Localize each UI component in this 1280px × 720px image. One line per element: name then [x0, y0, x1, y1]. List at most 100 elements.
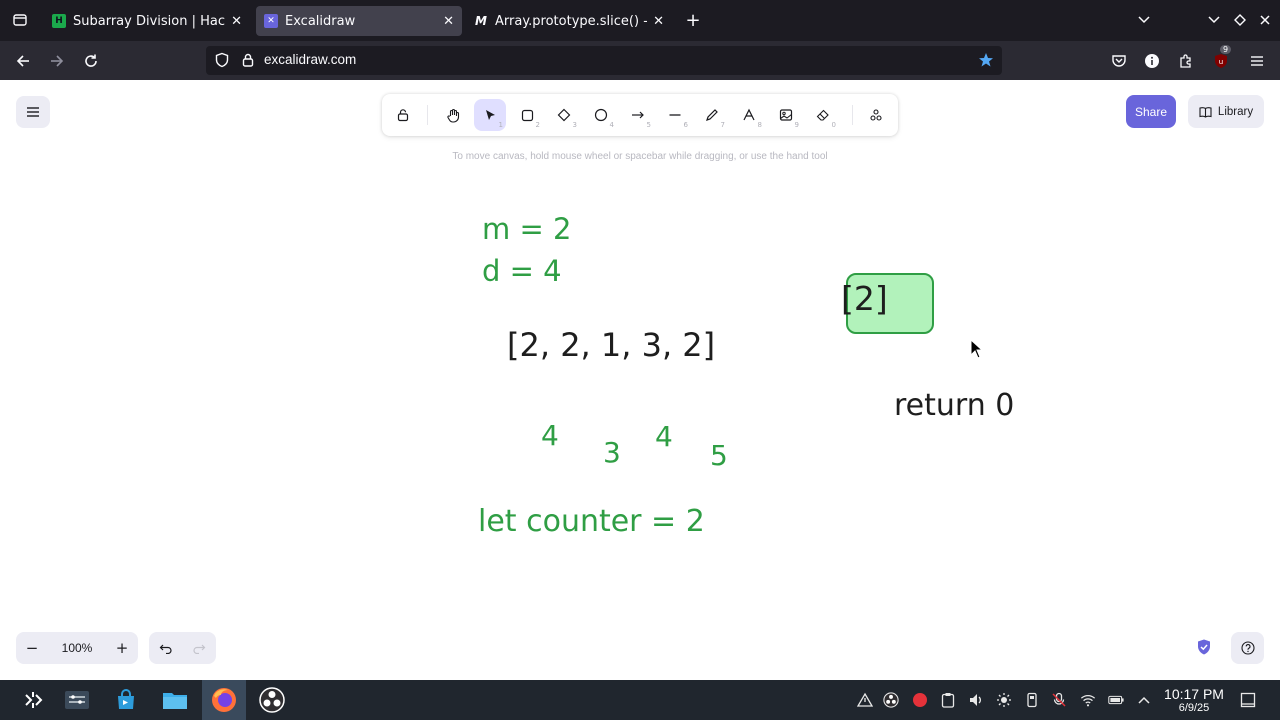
extension-badge: 9 [1220, 45, 1232, 54]
extensions-icon[interactable] [1175, 50, 1197, 72]
text-tool-button[interactable]: 8 [733, 99, 765, 131]
hamburger-menu-icon[interactable] [1246, 50, 1268, 72]
back-icon[interactable] [12, 50, 34, 72]
new-tab-icon[interactable]: + [682, 9, 704, 31]
pencil-icon [706, 109, 718, 121]
image-icon [779, 109, 793, 121]
system-settings-icon[interactable] [61, 684, 93, 716]
url-bar[interactable]: excalidraw.com [206, 46, 1002, 75]
app-launcher-icon[interactable] [17, 684, 49, 716]
draw-tool-button[interactable]: 7 [696, 99, 728, 131]
tool-shortcut: 9 [794, 121, 799, 129]
recording-icon[interactable] [912, 692, 928, 708]
tool-shortcut: 7 [720, 121, 725, 129]
excalidraw-canvas[interactable]: 1 2 3 4 5 6 7 8 9 0 To move canvas, hold… [0, 80, 1280, 680]
tray-expand-icon[interactable] [1136, 692, 1152, 708]
window-sum-text[interactable]: 5 [710, 439, 728, 472]
tool-shortcut: 1 [498, 121, 503, 129]
shapes-toolbar: 1 2 3 4 5 6 7 8 9 0 [382, 94, 898, 136]
shield-icon[interactable] [214, 52, 230, 68]
zoom-out-button[interactable]: − [16, 632, 48, 664]
wifi-icon[interactable] [1080, 692, 1096, 708]
firefox-icon[interactable] [208, 684, 240, 716]
library-button[interactable]: Library [1188, 95, 1264, 128]
redo-button[interactable] [183, 632, 215, 664]
minimize-icon[interactable] [1203, 9, 1225, 31]
tab-subarray-division[interactable]: H Subarray Division | Hacker ✕ [44, 6, 250, 36]
tab-array-slice[interactable]: M Array.prototype.slice() - Jav ✕ [466, 6, 672, 36]
lock-tool-button[interactable] [387, 99, 419, 131]
discover-store-icon[interactable] [110, 684, 142, 716]
tab-excalidraw[interactable]: ✕ Excalidraw ✕ [256, 6, 462, 36]
microphone-muted-icon[interactable] [1051, 692, 1067, 708]
selection-tool-button[interactable]: 1 [474, 99, 506, 131]
extra-tools-button[interactable] [860, 99, 892, 131]
counter-text[interactable]: let counter = 2 [478, 504, 705, 539]
help-button[interactable] [1231, 632, 1264, 664]
image-tool-button[interactable]: 9 [770, 99, 802, 131]
diamond-tool-button[interactable]: 3 [548, 99, 580, 131]
window-sum-text[interactable]: 4 [541, 419, 559, 452]
device-icon[interactable] [1024, 692, 1040, 708]
close-tab-icon[interactable]: ✕ [443, 14, 454, 29]
reload-icon[interactable] [80, 50, 102, 72]
window-sum-text[interactable]: 3 [603, 436, 621, 469]
bookmark-star-icon[interactable] [978, 52, 994, 68]
browser-tab-bar: H Subarray Division | Hacker ✕ ✕ Excalid… [0, 0, 1280, 41]
tool-shortcut: 2 [535, 121, 540, 129]
lock-icon[interactable] [240, 52, 256, 68]
close-tab-icon[interactable]: ✕ [653, 14, 664, 29]
zoom-in-button[interactable]: + [106, 632, 138, 664]
brightness-icon[interactable] [996, 692, 1012, 708]
tab-overview-icon[interactable] [9, 9, 31, 31]
volume-icon[interactable] [968, 692, 984, 708]
arrow-tool-button[interactable]: 5 [622, 99, 654, 131]
list-all-tabs-icon[interactable] [1133, 9, 1155, 31]
d-equation[interactable]: d = 4 [482, 254, 562, 288]
box-label[interactable]: [2] [841, 279, 888, 318]
eraser-tool-button[interactable]: 0 [807, 99, 839, 131]
tab-title: Array.prototype.slice() - Jav [495, 13, 647, 29]
book-icon [1199, 106, 1212, 118]
canvas-hint: To move canvas, hold mouse wheel or spac… [452, 151, 828, 162]
ellipse-tool-button[interactable]: 4 [585, 99, 617, 131]
tab-title: Subarray Division | Hacker [73, 13, 226, 29]
return-text[interactable]: return 0 [894, 388, 1014, 423]
clipboard-icon[interactable] [940, 692, 956, 708]
pocket-icon[interactable] [1108, 50, 1130, 72]
zoom-level[interactable]: 100% [52, 641, 102, 655]
hand-tool-button[interactable] [437, 99, 469, 131]
obs-studio-icon[interactable] [256, 684, 288, 716]
array-text[interactable]: [2, 2, 1, 3, 2] [507, 326, 715, 364]
ublock-icon[interactable]: u 9 [1210, 45, 1232, 72]
maximize-icon[interactable] [1229, 9, 1251, 31]
zoom-controls: − 100% + [16, 632, 138, 664]
excalidraw-icon: ✕ [264, 14, 278, 28]
network-alert-icon[interactable] [857, 692, 873, 708]
line-tool-button[interactable]: 6 [659, 99, 691, 131]
main-menu-button[interactable] [16, 96, 50, 128]
tool-shortcut: 6 [683, 121, 688, 129]
show-desktop-icon[interactable] [1240, 692, 1256, 708]
encryption-shield-icon[interactable] [1195, 638, 1213, 656]
help-icon [1240, 641, 1255, 655]
tool-shortcut: 5 [646, 121, 651, 129]
battery-icon[interactable] [1108, 692, 1124, 708]
m-equation[interactable]: m = 2 [482, 212, 571, 246]
close-tab-icon[interactable]: ✕ [231, 14, 242, 29]
shapes-icon [870, 109, 882, 121]
forward-icon[interactable] [46, 50, 68, 72]
info-icon[interactable] [1141, 50, 1163, 72]
line-icon [669, 114, 681, 116]
share-button[interactable]: Share [1126, 95, 1176, 128]
undo-button[interactable] [150, 632, 182, 664]
obs-tray-icon[interactable] [883, 692, 899, 708]
close-window-icon[interactable] [1254, 9, 1276, 31]
window-sum-text[interactable]: 4 [655, 420, 673, 453]
file-manager-icon[interactable] [159, 684, 191, 716]
rectangle-tool-button[interactable]: 2 [511, 99, 543, 131]
unlock-icon [397, 109, 409, 122]
clock-date[interactable]: 6/9/25 [1160, 702, 1228, 714]
tool-shortcut: 3 [572, 121, 577, 129]
clock-time[interactable]: 10:17 PM [1160, 686, 1228, 702]
